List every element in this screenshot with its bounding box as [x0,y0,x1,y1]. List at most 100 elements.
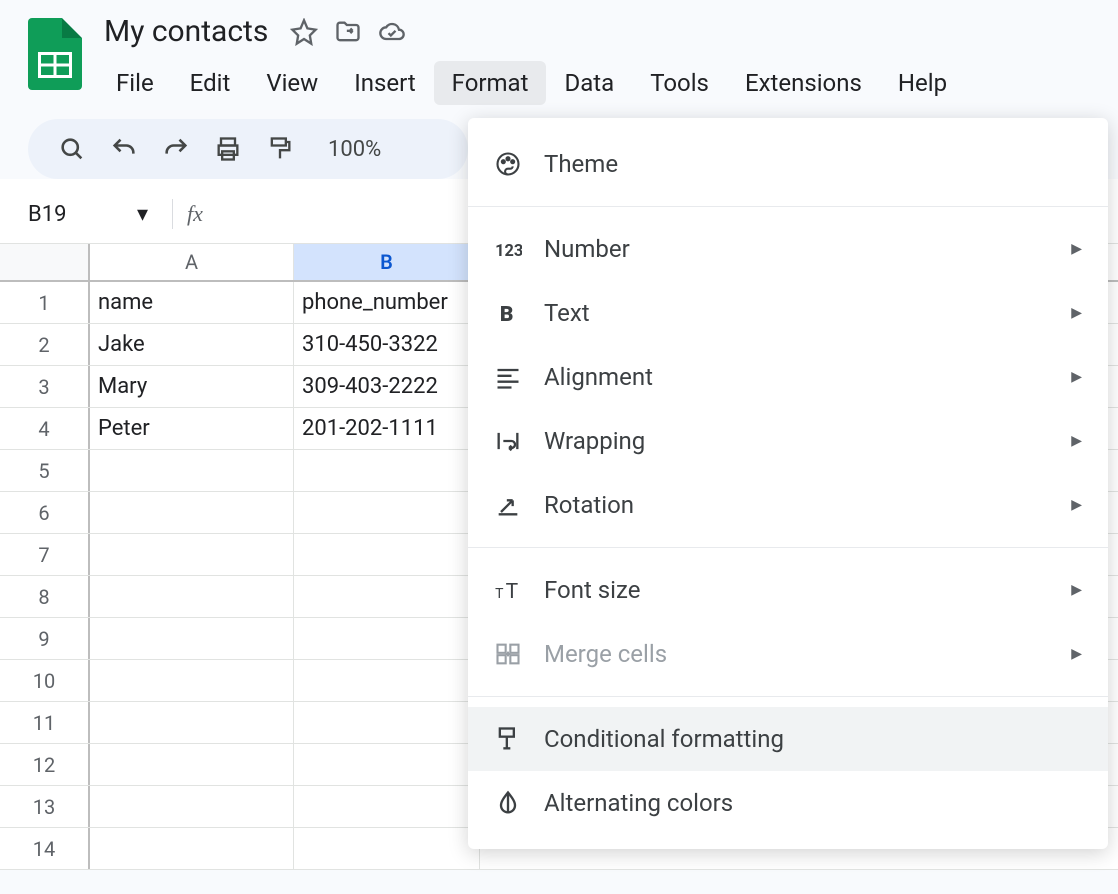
menu-item-label: Wrapping [544,427,1049,455]
cell[interactable]: name [90,282,294,323]
cell[interactable] [294,702,480,743]
altcolors-icon [494,789,522,817]
cell[interactable]: 201-202-1111 [294,408,480,449]
menu-insert[interactable]: Insert [336,61,433,105]
format-menu-merge-cells: Merge cells▶ [468,622,1108,686]
format-menu-font-size[interactable]: TTFont size▶ [468,558,1108,622]
menu-view[interactable]: View [248,61,336,105]
condfmt-icon [494,725,522,753]
cell[interactable] [90,618,294,659]
cell[interactable] [90,786,294,827]
menu-extensions[interactable]: Extensions [727,61,880,105]
name-box[interactable]: B19 ▾ [28,202,158,227]
row-header[interactable]: 8 [0,576,90,617]
row-header[interactable]: 2 [0,324,90,365]
cell[interactable] [90,828,294,869]
submenu-arrow-icon: ▶ [1071,497,1082,513]
cell[interactable]: phone_number [294,282,480,323]
row-header[interactable]: 4 [0,408,90,449]
align-icon [494,363,522,391]
row-header[interactable]: 14 [0,828,90,869]
move-folder-icon[interactable] [334,18,362,46]
wrap-icon [494,427,522,455]
menu-format[interactable]: Format [434,61,547,105]
cell[interactable] [90,744,294,785]
menu-edit[interactable]: Edit [172,61,249,105]
print-icon[interactable] [214,135,242,163]
row-header[interactable]: 10 [0,660,90,701]
row-header[interactable]: 11 [0,702,90,743]
cell[interactable]: Mary [90,366,294,407]
menu-item-label: Theme [544,150,1082,178]
cell[interactable]: Jake [90,324,294,365]
zoom-level[interactable]: 100% [328,137,381,162]
menu-file[interactable]: File [98,61,172,105]
theme-icon [494,150,522,178]
cell[interactable] [294,744,480,785]
row-header[interactable]: 12 [0,744,90,785]
fontsize-icon: TT [494,576,522,604]
undo-icon[interactable] [110,135,138,163]
column-header-B[interactable]: B [294,244,480,280]
select-all-corner[interactable] [0,244,90,280]
redo-icon[interactable] [162,135,190,163]
name-box-value: B19 [28,202,66,227]
row-header[interactable]: 5 [0,450,90,491]
paint-format-icon[interactable] [266,135,294,163]
text-icon: B [494,299,522,327]
row-header[interactable]: 13 [0,786,90,827]
format-menu-conditional-formatting[interactable]: Conditional formatting [468,707,1108,771]
menu-help[interactable]: Help [880,61,965,105]
row-header[interactable]: 1 [0,282,90,323]
cell[interactable] [90,576,294,617]
document-title[interactable]: My contacts [98,12,274,51]
format-menu-rotation[interactable]: Rotation ▶ [468,473,1108,537]
menu-tools[interactable]: Tools [632,61,727,105]
cell[interactable] [294,534,480,575]
number-icon: 123 [494,235,522,263]
cell[interactable] [90,492,294,533]
menu-item-label: Alignment [544,363,1049,391]
format-menu-dropdown: Theme123Number▶BText▶Alignment▶Wrapping▶… [468,118,1108,849]
column-header-A[interactable]: A [90,244,294,280]
cell[interactable] [90,702,294,743]
menu-item-label: Conditional formatting [544,725,1082,753]
submenu-arrow-icon: ▶ [1071,305,1082,321]
svg-text:123: 123 [495,241,522,260]
row-header[interactable]: 9 [0,618,90,659]
menu-data[interactable]: Data [546,61,632,105]
cell[interactable] [294,786,480,827]
format-menu-text[interactable]: B Text ▶ [468,281,1108,345]
menu-item-label: Rotation [544,491,1049,519]
row-header[interactable]: 7 [0,534,90,575]
star-icon[interactable] [290,18,318,46]
cell[interactable] [294,618,480,659]
cell[interactable] [294,828,480,869]
cell[interactable]: 310-450-3322 [294,324,480,365]
submenu-arrow-icon: ▶ [1071,433,1082,449]
cloud-saved-icon[interactable] [378,18,406,46]
format-menu-number[interactable]: 123Number▶ [468,217,1108,281]
formula-bar-fx-icon: fx [187,201,203,227]
submenu-arrow-icon: ▶ [1071,241,1082,257]
cell[interactable] [294,576,480,617]
format-menu-alignment[interactable]: Alignment▶ [468,345,1108,409]
cell[interactable] [294,660,480,701]
menu-item-label: Text [544,299,1049,327]
cell[interactable]: 309-403-2222 [294,366,480,407]
format-menu-wrapping[interactable]: Wrapping ▶ [468,409,1108,473]
separator [172,199,173,229]
cell[interactable] [90,660,294,701]
cell[interactable] [294,492,480,533]
cell[interactable] [294,450,480,491]
cell[interactable]: Peter [90,408,294,449]
format-menu-alternating-colors[interactable]: Alternating colors [468,771,1108,835]
sheets-logo[interactable] [28,18,82,90]
row-header[interactable]: 3 [0,366,90,407]
cell[interactable] [90,534,294,575]
format-menu-theme[interactable]: Theme [468,132,1108,196]
cell[interactable] [90,450,294,491]
search-icon[interactable] [58,135,86,163]
svg-text:T: T [506,580,519,604]
row-header[interactable]: 6 [0,492,90,533]
